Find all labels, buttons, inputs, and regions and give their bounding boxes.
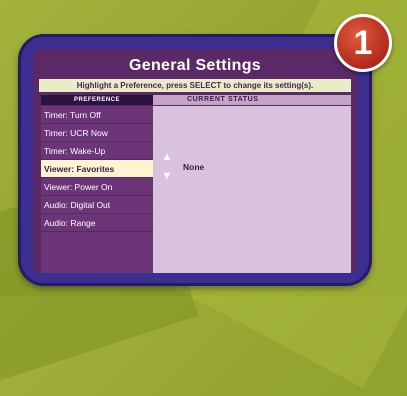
status-panel: ▲ ▼ None	[153, 106, 351, 273]
preference-item-audio-digital-out[interactable]: Audio: Digital Out	[41, 196, 153, 214]
preference-item-timer-ucr-now[interactable]: Timer: UCR Now	[41, 124, 153, 142]
arrow-down-icon[interactable]: ▼	[160, 170, 174, 182]
preference-item-viewer-power-on[interactable]: Viewer: Power On	[41, 178, 153, 196]
preference-item-audio-range[interactable]: Audio: Range	[41, 214, 153, 232]
preference-item-viewer-favorites[interactable]: Viewer: Favorites	[41, 160, 153, 178]
preference-list: Timer: Turn Off Timer: UCR Now Timer: Wa…	[41, 106, 153, 273]
arrow-up-icon[interactable]: ▲	[160, 151, 174, 163]
page-title: General Settings	[129, 57, 261, 74]
preference-item-timer-turn-off[interactable]: Timer: Turn Off	[41, 106, 153, 124]
preference-item-timer-wake-up[interactable]: Timer: Wake-Up	[41, 142, 153, 160]
current-status-value: None	[183, 162, 205, 172]
instruction-bar: Highlight a Preference, press SELECT to …	[39, 79, 351, 92]
preference-column-header: PREFERENCE	[41, 95, 153, 105]
tv-frame: General Settings Highlight a Preference,…	[18, 34, 372, 286]
settings-screen: General Settings Highlight a Preference,…	[33, 49, 357, 273]
status-column-header: CURRENT STATUS	[153, 95, 351, 105]
step-number-badge: 1	[334, 14, 392, 72]
